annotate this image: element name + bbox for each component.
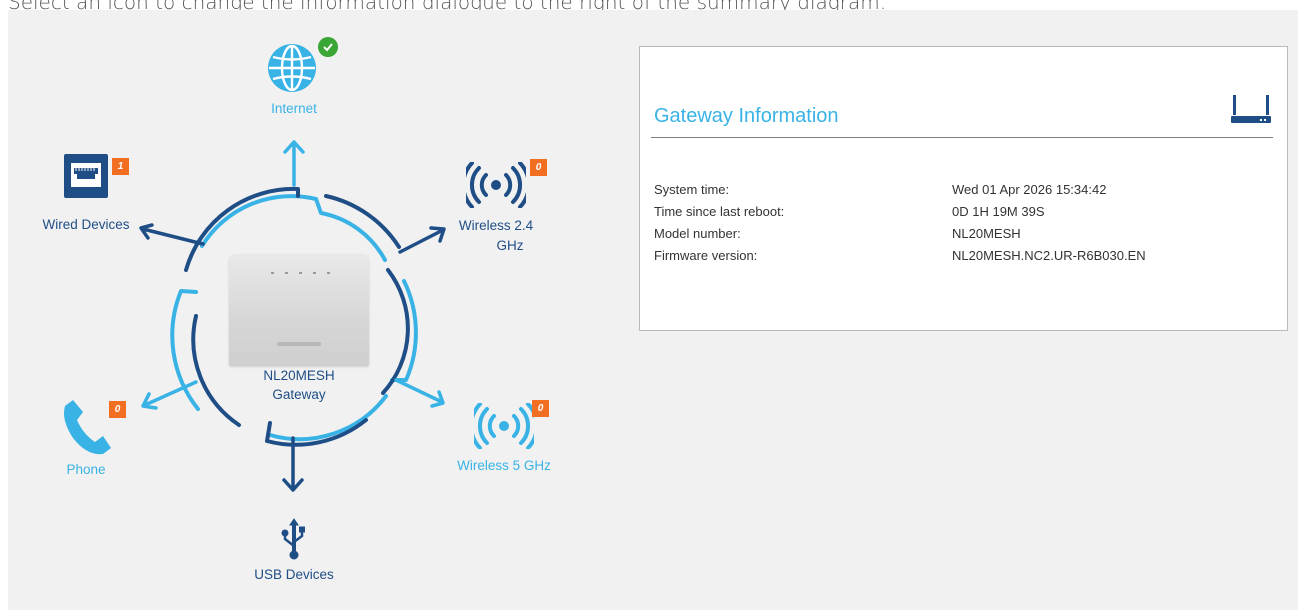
ring-arc	[324, 194, 401, 249]
info-label: System time:	[654, 181, 730, 197]
ring-arc	[265, 418, 368, 447]
summary-diagram: NL20MESH Gateway Internet 1 Wired Device…	[0, 0, 620, 610]
router-brand-mark	[277, 342, 321, 346]
wireless5-count-badge: 0	[532, 400, 549, 417]
ring-arc	[314, 197, 387, 262]
router-icon	[1231, 95, 1271, 123]
node-wired-devices[interactable]: 1 Wired Devices	[30, 152, 142, 235]
node-wireless-24[interactable]: 0 Wireless 2.4 GHz	[450, 159, 547, 256]
arrow-wired	[139, 223, 205, 246]
wireless5-label: Wireless 5 GHz	[457, 458, 551, 473]
info-value: Wed 01 Apr 2026 15:34:42	[952, 181, 1107, 197]
arrow-wireless5	[394, 378, 445, 408]
wireless-signal-icon	[474, 403, 534, 449]
wireless24-label-line2: GHz	[496, 238, 524, 253]
info-row: Model number: NL20MESH	[654, 222, 1274, 244]
wireless-signal-icon	[466, 162, 526, 208]
phone-label: Phone	[66, 462, 106, 477]
usb-devices-label: USB Devices	[254, 567, 334, 582]
internet-label: Internet	[271, 101, 317, 116]
node-phone[interactable]: 0 Phone	[46, 398, 126, 480]
node-usb-devices[interactable]: USB Devices	[242, 518, 346, 585]
title-divider	[651, 137, 1273, 138]
phone-count-badge: 0	[109, 401, 126, 418]
info-value: 0D 1H 19M 39S	[952, 203, 1045, 219]
info-label: Time since last reboot:	[654, 203, 785, 219]
info-title: Gateway Information	[654, 105, 839, 127]
info-row: Time since last reboot: 0D 1H 19M 39S	[654, 200, 1274, 222]
gateway-router-image[interactable]	[229, 254, 369, 366]
arrow-internet	[283, 140, 305, 187]
wireless24-count-badge: 0	[530, 159, 547, 176]
info-value: NL20MESH.NC2.UR-R6B030.EN	[952, 247, 1146, 263]
usb-icon	[281, 518, 305, 560]
gateway-role: Gateway	[272, 387, 326, 402]
info-row: Firmware version: NL20MESH.NC2.UR-R6B030…	[654, 244, 1274, 266]
info-label: Firmware version:	[654, 247, 758, 263]
wired-count-badge: 1	[112, 158, 129, 175]
gateway-info-card: Gateway Information System time: Wed 01 …	[639, 46, 1288, 331]
gateway-caption[interactable]: NL20MESH Gateway	[229, 366, 369, 404]
arrow-wireless24	[398, 226, 446, 254]
node-wireless-5[interactable]: 0 Wireless 5 GHz	[448, 400, 560, 476]
ring-arc	[200, 194, 318, 248]
ring-arc	[381, 268, 410, 395]
globe-icon	[268, 44, 316, 92]
wired-devices-label: Wired Devices	[42, 217, 130, 232]
wireless24-label-line1: Wireless 2.4	[458, 218, 534, 233]
node-internet[interactable]: Internet	[252, 37, 338, 119]
info-value: NL20MESH	[952, 225, 1021, 241]
phone-icon	[64, 400, 111, 455]
connected-check-icon	[318, 37, 338, 57]
info-row: System time: Wed 01 Apr 2026 15:34:42	[654, 178, 1274, 200]
ethernet-port-icon	[64, 154, 108, 198]
info-label: Model number:	[654, 225, 741, 241]
gateway-name: NL20MESH	[263, 368, 335, 383]
router-leds	[271, 272, 330, 274]
info-list: System time: Wed 01 Apr 2026 15:34:42 Ti…	[654, 178, 1274, 266]
